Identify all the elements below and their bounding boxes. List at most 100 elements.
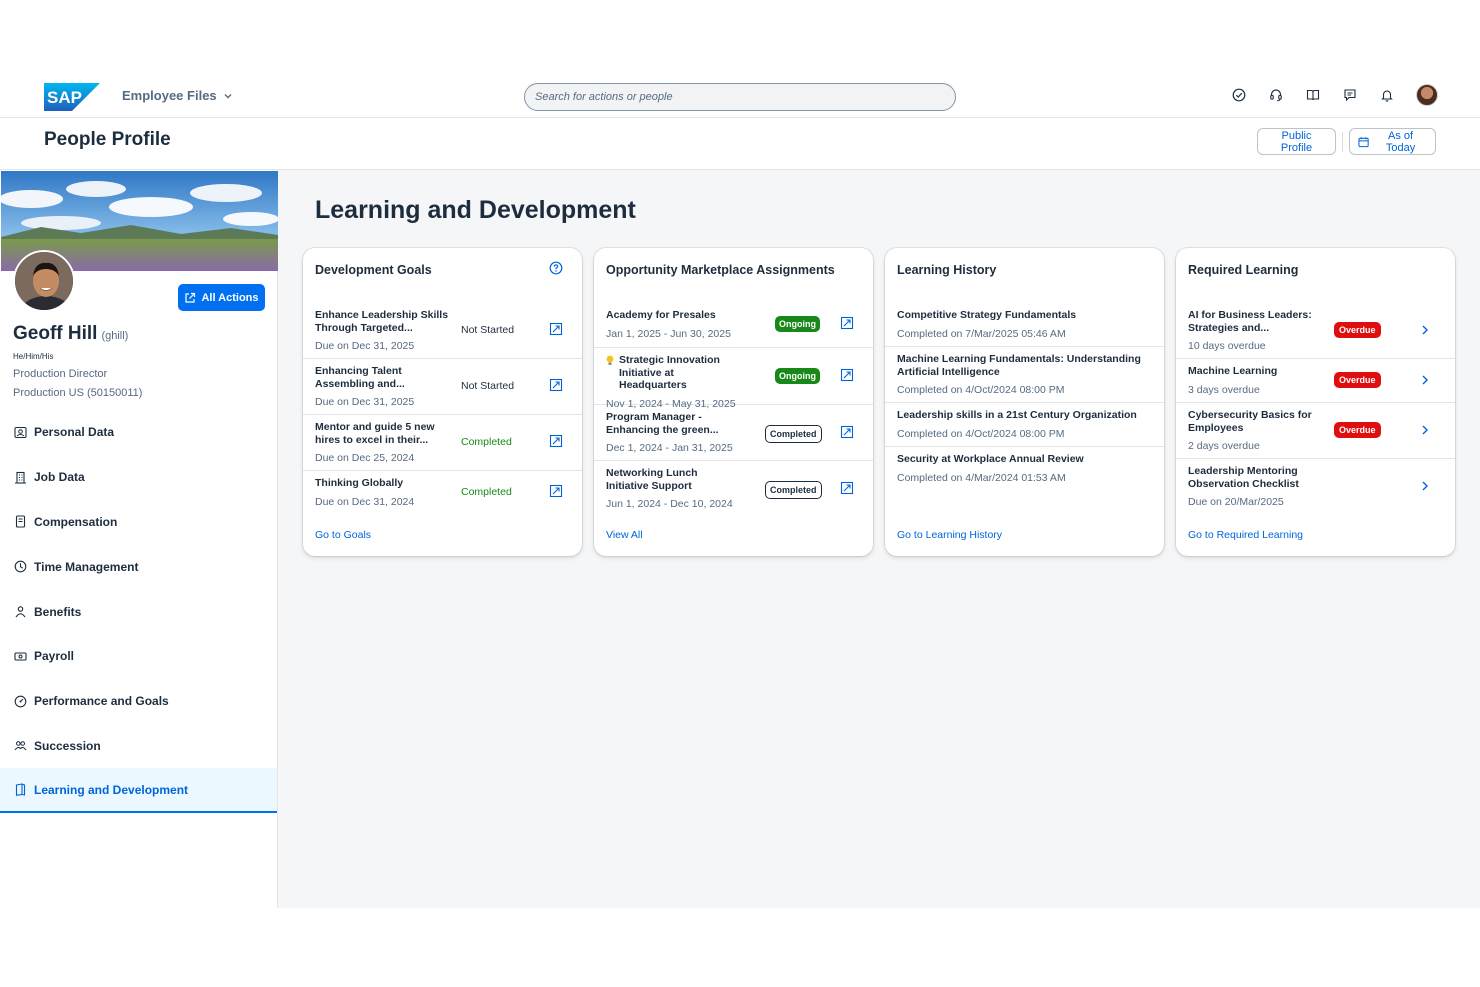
item-subtitle: 2 days overdue — [1188, 440, 1260, 452]
assignments-list: Academy for Presales Jan 1, 2025 - Jun 3… — [594, 303, 873, 517]
open-detail-icon[interactable] — [840, 481, 854, 495]
profile-name-line: Geoff Hill (ghill) — [13, 323, 128, 345]
book-icon[interactable] — [1305, 87, 1321, 103]
sap-logo[interactable]: SAP — [44, 83, 100, 111]
nav-item-benefits[interactable]: Benefits — [0, 589, 277, 634]
performance-icon — [13, 694, 27, 708]
list-item[interactable]: Security at Workplace Annual Review Comp… — [885, 447, 1164, 491]
calendar-icon — [1358, 136, 1369, 147]
open-detail-icon[interactable] — [549, 378, 563, 392]
profile-side-panel: All Actions Geoff Hill (ghill) He/Him/Hi… — [0, 170, 278, 908]
item-title: Enhance Leadership Skills Through Target… — [315, 309, 449, 334]
nav-item-job-data[interactable]: Job Data — [0, 455, 277, 500]
chevron-right-icon[interactable] — [1420, 374, 1430, 386]
goals-list: Enhance Leadership Skills Through Target… — [303, 303, 582, 515]
user-avatar[interactable] — [1416, 84, 1438, 106]
item-title: Enhancing Talent Assembling and... — [315, 365, 405, 390]
as-of-today-button[interactable]: As of Today — [1349, 128, 1436, 155]
list-item[interactable]: AI for Business Leaders: Strategies and.… — [1176, 303, 1455, 359]
nav-item-personal-data[interactable]: Personal Data — [0, 410, 277, 455]
list-item[interactable]: Leadership skills in a 21st Century Orga… — [885, 403, 1164, 447]
nav-item-time-management[interactable]: Time Management — [0, 544, 277, 589]
list-item[interactable]: Mentor and guide 5 new hires to excel in… — [303, 415, 582, 471]
item-title: Leadership skills in a 21st Century Orga… — [897, 409, 1137, 421]
page-title: People Profile — [44, 129, 171, 150]
list-item[interactable]: Cybersecurity Basics for Employees 2 day… — [1176, 403, 1455, 459]
learning-history-card: Learning History Competitive Strategy Fu… — [885, 248, 1164, 556]
open-detail-icon[interactable] — [549, 322, 563, 336]
go-to-goals-link[interactable]: Go to Goals — [315, 529, 371, 541]
item-subtitle: Completed on 7/Mar/2025 05:46 AM — [897, 327, 1066, 340]
as-of-today-label: As of Today — [1385, 129, 1416, 154]
feedback-icon[interactable] — [1342, 87, 1358, 103]
development-goals-card: Development Goals Enhance Leadership Ski… — [303, 248, 582, 556]
external-link-icon — [185, 292, 196, 303]
succession-icon — [13, 739, 27, 753]
bell-icon[interactable] — [1379, 87, 1395, 103]
item-subtitle: Due on Dec 31, 2025 — [315, 340, 415, 352]
list-item[interactable]: Machine Learning Fundamentals: Understan… — [885, 347, 1164, 403]
nav-item-payroll[interactable]: Payroll — [0, 634, 277, 679]
search-input[interactable] — [524, 83, 956, 111]
nav-item-performance-and-goals[interactable]: Performance and Goals — [0, 679, 277, 724]
status-badge: Overdue — [1334, 322, 1381, 338]
list-item[interactable]: Leadership Mentoring Observation Checkli… — [1176, 459, 1455, 515]
go-to-required-learning-link[interactable]: Go to Required Learning — [1188, 529, 1303, 541]
card-title: Development Goals — [315, 263, 432, 277]
checkmark-circle-icon[interactable] — [1231, 87, 1247, 103]
item-title: Program Manager - Enhancing the green... — [606, 411, 719, 436]
personal-data-icon — [13, 425, 27, 439]
public-profile-label: Public Profile — [1280, 129, 1313, 154]
all-actions-button[interactable]: All Actions — [178, 284, 265, 311]
list-item[interactable]: Enhance Leadership Skills Through Target… — [303, 303, 582, 359]
go-to-learning-history-link[interactable]: Go to Learning History — [897, 529, 1002, 541]
chevron-right-icon[interactable] — [1420, 480, 1430, 492]
product-switcher[interactable]: Employee Files — [122, 88, 233, 103]
nav-item-compensation[interactable]: Compensation — [0, 500, 277, 545]
item-status: Not Started — [461, 380, 515, 392]
payroll-icon — [13, 649, 27, 663]
public-profile-button[interactable]: Public Profile — [1257, 128, 1336, 155]
item-subtitle: Completed on 4/Oct/2024 08:00 PM — [897, 384, 1065, 396]
history-list: Competitive Strategy Fundamentals Comple… — [885, 303, 1164, 491]
open-detail-icon[interactable] — [840, 425, 854, 439]
list-item[interactable]: Competitive Strategy Fundamentals Comple… — [885, 303, 1164, 347]
item-title: AI for Business Leaders: Strategies and.… — [1188, 309, 1312, 334]
item-title: Machine Learning Fundamentals: Understan… — [897, 353, 1141, 378]
app: SAP Employee Files Search for actions or… — [0, 0, 1480, 987]
list-item[interactable]: Academy for Presales Jan 1, 2025 - Jun 3… — [594, 303, 873, 348]
nav-label: Compensation — [34, 514, 118, 529]
help-icon[interactable] — [549, 261, 563, 275]
nav-item-succession[interactable]: Succession — [0, 724, 277, 769]
card-title: Learning History — [897, 263, 997, 277]
item-title: Academy for Presales — [606, 309, 716, 321]
headset-icon[interactable] — [1268, 87, 1284, 103]
list-item[interactable]: Networking Lunch Initiative Support Jun … — [594, 461, 873, 517]
open-detail-icon[interactable] — [840, 316, 854, 330]
profile-name: Geoff Hill — [13, 323, 98, 344]
list-item[interactable]: Thinking Globally Due on Dec 31, 2024 Co… — [303, 471, 582, 515]
status-badge: Completed — [765, 481, 822, 499]
list-item[interactable]: Machine Learning 3 days overdue Overdue — [1176, 359, 1455, 403]
opportunity-marketplace-card: Opportunity Marketplace Assignments Acad… — [594, 248, 873, 556]
list-item[interactable]: Program Manager - Enhancing the green...… — [594, 405, 873, 461]
open-detail-icon[interactable] — [840, 368, 854, 382]
profile-nav: Personal Data Job Data Compensation Time… — [0, 410, 277, 814]
item-title-line: Strategic Innovation Initiative at Headq… — [606, 354, 741, 392]
product-name: Employee Files — [122, 88, 217, 103]
nav-label: Benefits — [34, 604, 82, 619]
chevron-right-icon[interactable] — [1420, 424, 1430, 436]
lightbulb-icon — [606, 355, 614, 365]
list-item[interactable]: Enhancing Talent Assembling and... Due o… — [303, 359, 582, 415]
compensation-icon — [13, 515, 27, 529]
open-detail-icon[interactable] — [549, 484, 563, 498]
item-title: Machine Learning — [1188, 365, 1278, 377]
chevron-right-icon[interactable] — [1420, 324, 1430, 336]
open-detail-icon[interactable] — [549, 434, 563, 448]
nav-item-learning-and-development[interactable]: Learning and Development — [0, 768, 277, 814]
list-item[interactable]: Strategic Innovation Initiative at Headq… — [594, 348, 873, 410]
benefits-icon — [13, 605, 27, 619]
profile-photo[interactable] — [13, 250, 75, 312]
view-all-link[interactable]: View All — [606, 529, 643, 541]
profile-job-title: Production Director — [13, 368, 108, 380]
